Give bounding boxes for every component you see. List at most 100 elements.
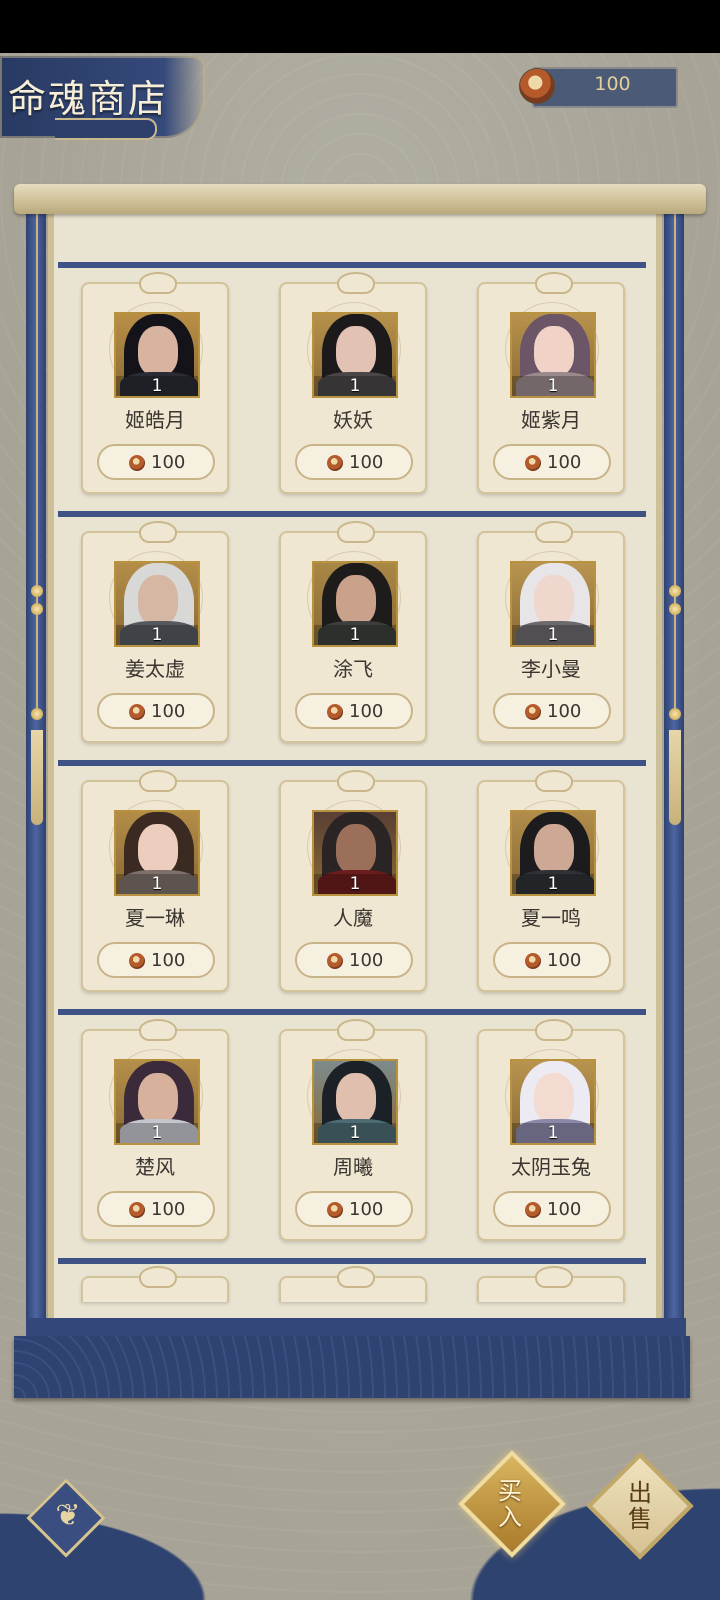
item-name: 姬紫月 [521,408,581,432]
item-level: 1 [512,376,594,396]
item-card[interactable]: 1 姜太虚 100 [81,521,229,743]
character-portrait[interactable]: 1 [114,312,200,398]
item-card[interactable]: 1 太阴玉兔 100 [477,1019,625,1241]
card-bow-decoration [535,272,573,294]
item-level: 1 [116,625,198,645]
item-card[interactable]: 1 涂飞 100 [279,521,427,743]
portrait-face [138,824,178,874]
item-card[interactable]: 1 姬紫月 100 [477,272,625,494]
price-button[interactable]: 100 [295,693,413,729]
soul-coin-icon [327,1202,343,1218]
card-bow-decoration [139,272,177,294]
item-card[interactable]: 1 妖妖 100 [279,272,427,494]
price-button[interactable]: 100 [295,444,413,480]
shop-title: 命魂商店 [8,77,169,121]
price-button[interactable]: 100 [493,444,611,480]
portrait-face [336,824,376,874]
price-button[interactable]: 100 [295,942,413,978]
shelf-divider [58,511,646,517]
item-card[interactable]: 1 人魔 100 [279,770,427,992]
item-price: 100 [349,701,384,722]
soul-coin-icon [525,704,541,720]
item-name: 夏一鸣 [521,906,581,930]
item-level: 1 [512,625,594,645]
item-level: 1 [314,376,396,396]
item-price: 100 [547,950,582,971]
item-card-partial[interactable] [81,1266,229,1302]
character-portrait[interactable]: 1 [510,1059,596,1145]
character-portrait[interactable]: 1 [312,810,398,896]
buy-tab-label: 买入 [498,1477,522,1531]
character-portrait[interactable]: 1 [114,810,200,896]
item-level: 1 [512,874,594,894]
item-price: 100 [151,950,186,971]
item-card[interactable]: 1 李小曼 100 [477,521,625,743]
item-name: 姬皓月 [125,408,185,432]
character-portrait[interactable]: 1 [114,1059,200,1145]
item-card-partial[interactable] [279,1266,427,1302]
shelf-divider [58,262,646,268]
item-card-partial[interactable] [477,1266,625,1302]
bead-right [669,585,681,597]
portrait-face [138,326,178,376]
bead-left [31,708,43,720]
item-name: 周曦 [333,1155,373,1179]
card-bow-decoration [535,1266,573,1288]
price-button[interactable]: 100 [493,693,611,729]
item-price: 100 [151,1199,186,1220]
item-card[interactable]: 1 周曦 100 [279,1019,427,1241]
price-button[interactable]: 100 [493,942,611,978]
sell-tab-label: 出售 [628,1479,652,1533]
tassel-right [669,730,681,825]
item-price: 100 [547,701,582,722]
item-price: 100 [151,452,186,473]
item-level: 1 [116,1123,198,1143]
soul-coin-icon [129,455,145,471]
item-level: 1 [314,625,396,645]
character-portrait[interactable]: 1 [510,561,596,647]
price-button[interactable]: 100 [295,1191,413,1227]
item-name: 妖妖 [333,408,373,432]
card-bow-decoration [337,272,375,294]
item-name: 太阴玉兔 [511,1155,591,1179]
portrait-face [534,326,574,376]
item-card[interactable]: 1 姬皓月 100 [81,272,229,494]
card-bow-decoration [139,1266,177,1288]
card-bow-decoration [535,1019,573,1041]
price-button[interactable]: 100 [97,444,215,480]
character-portrait[interactable]: 1 [312,561,398,647]
scroll-top-rod [14,184,706,214]
back-swirl-icon: ❦ [55,1498,81,1533]
price-button[interactable]: 100 [97,942,215,978]
scroll-bottom-rod [26,1318,686,1336]
bead-right [669,603,681,615]
character-portrait[interactable]: 1 [312,1059,398,1145]
character-portrait[interactable]: 1 [510,312,596,398]
card-bow-decoration [337,770,375,792]
price-button[interactable]: 100 [97,1191,215,1227]
character-portrait[interactable]: 1 [510,810,596,896]
bead-left [31,603,43,615]
card-bow-decoration [535,770,573,792]
item-name: 人魔 [333,906,373,930]
soul-coin-icon [519,68,555,104]
soul-coin-icon [525,953,541,969]
tassel-left [31,730,43,825]
portrait-face [534,1073,574,1123]
base-panel [14,1336,690,1398]
item-card[interactable]: 1 夏一鸣 100 [477,770,625,992]
price-button[interactable]: 100 [97,693,215,729]
shelf-divider [58,1009,646,1015]
card-bow-decoration [139,521,177,543]
item-price: 100 [547,452,582,473]
item-card[interactable]: 1 夏一琳 100 [81,770,229,992]
card-bow-decoration [337,521,375,543]
item-level: 1 [116,874,198,894]
character-portrait[interactable]: 1 [114,561,200,647]
item-card[interactable]: 1 楚风 100 [81,1019,229,1241]
character-portrait[interactable]: 1 [312,312,398,398]
price-button[interactable]: 100 [493,1191,611,1227]
portrait-face [138,1073,178,1123]
portrait-face [336,575,376,625]
item-name: 楚风 [135,1155,175,1179]
